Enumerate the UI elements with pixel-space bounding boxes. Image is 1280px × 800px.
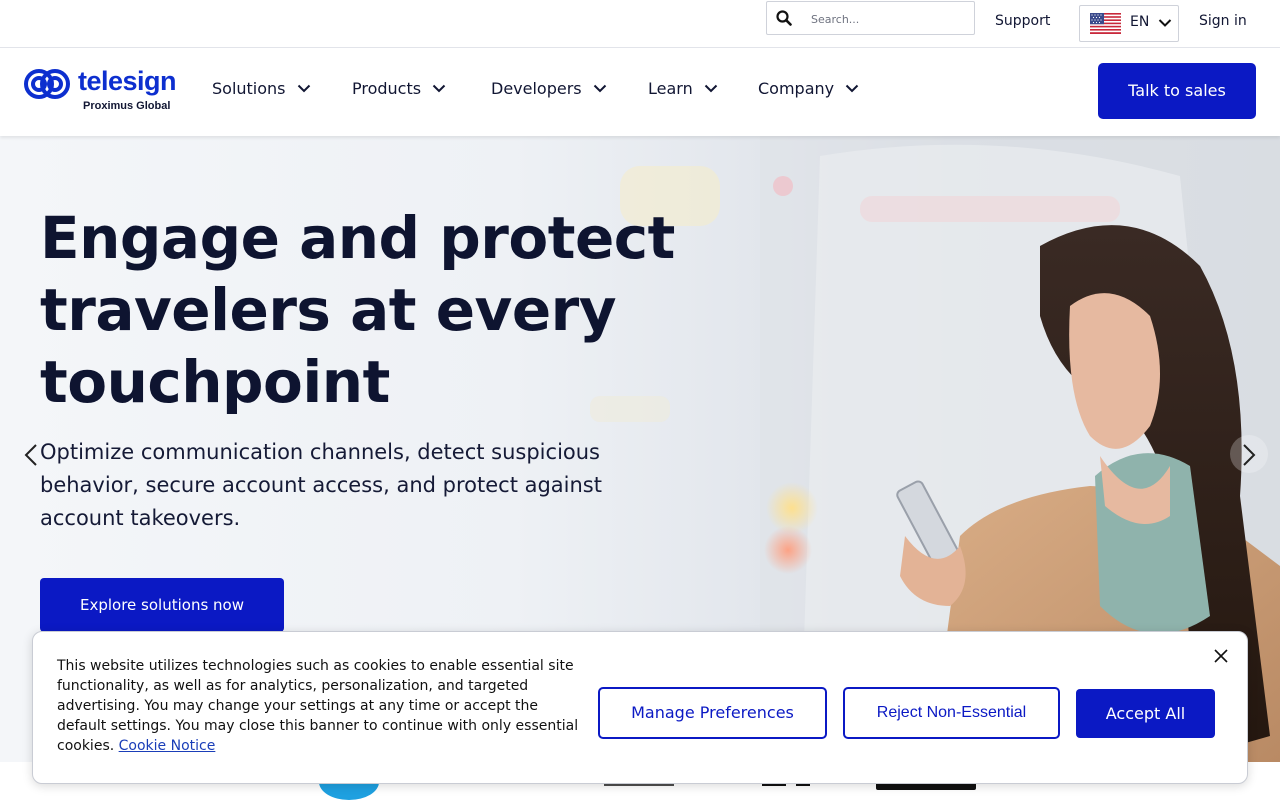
carousel-next-button[interactable] bbox=[1230, 435, 1268, 473]
hero-title: Engage and protect travelers at every to… bbox=[40, 202, 740, 418]
chevron-down-icon bbox=[593, 84, 606, 93]
signin-link[interactable]: Sign in bbox=[1199, 13, 1247, 29]
support-link[interactable]: Support bbox=[995, 13, 1050, 29]
chevron-left-icon bbox=[24, 444, 37, 466]
nav-solutions[interactable]: Solutions bbox=[212, 79, 311, 101]
chevron-down-icon bbox=[704, 84, 717, 93]
telesign-logo-icon bbox=[24, 69, 70, 99]
hero-title-line-2: travelers at every bbox=[40, 276, 617, 344]
close-icon bbox=[1214, 649, 1228, 663]
chevron-down-icon bbox=[432, 84, 446, 93]
cookie-message: This website utilizes technologies such … bbox=[57, 656, 587, 756]
hero-subtitle: Optimize communication channels, detect … bbox=[40, 440, 602, 530]
nav-solutions-label: Solutions bbox=[212, 79, 286, 98]
cookie-banner: This website utilizes technologies such … bbox=[32, 631, 1248, 784]
chevron-down-icon bbox=[297, 84, 310, 93]
logo-subtext: Proximus Global bbox=[83, 100, 171, 112]
nav-company-label: Company bbox=[758, 79, 835, 98]
nav-company[interactable]: Company bbox=[758, 79, 859, 101]
accept-all-button[interactable]: Accept All bbox=[1076, 689, 1215, 738]
search-box[interactable] bbox=[766, 1, 975, 35]
us-flag-icon bbox=[1090, 13, 1121, 34]
nav-learn-label: Learn bbox=[648, 79, 693, 98]
language-selector[interactable]: EN bbox=[1079, 5, 1179, 42]
nav-developers-label: Developers bbox=[491, 79, 582, 98]
hero-title-line-1: Engage and protect bbox=[40, 204, 675, 272]
nav-developers[interactable]: Developers bbox=[491, 79, 607, 101]
carousel-prev-button[interactable] bbox=[12, 435, 50, 473]
manage-preferences-button[interactable]: Manage Preferences bbox=[598, 687, 827, 739]
nav-learn[interactable]: Learn bbox=[648, 79, 718, 101]
chevron-down-icon bbox=[1158, 19, 1172, 27]
cookie-notice-link[interactable]: Cookie Notice bbox=[119, 738, 216, 754]
search-icon[interactable] bbox=[776, 10, 792, 26]
chevron-down-icon bbox=[845, 84, 859, 93]
nav-products[interactable]: Products bbox=[352, 79, 446, 101]
utility-bar: Support EN Sign in bbox=[0, 0, 1280, 48]
cookie-close-button[interactable] bbox=[1209, 644, 1233, 668]
talk-to-sales-button[interactable]: Talk to sales bbox=[1098, 63, 1256, 119]
hero-title-line-3: touchpoint bbox=[40, 348, 390, 416]
main-navigation: telesign Proximus Global Solutions Produ… bbox=[0, 48, 1280, 136]
chevron-right-icon bbox=[1243, 444, 1256, 466]
search-input[interactable] bbox=[811, 9, 961, 29]
logo-wordmark: telesign bbox=[78, 66, 177, 96]
reject-non-essential-button[interactable]: Reject Non-Essential bbox=[843, 687, 1060, 739]
language-code: EN bbox=[1130, 14, 1150, 30]
explore-solutions-button[interactable]: Explore solutions now bbox=[40, 578, 284, 632]
telesign-logo[interactable]: telesign Proximus Global bbox=[22, 66, 192, 116]
nav-products-label: Products bbox=[352, 79, 422, 98]
